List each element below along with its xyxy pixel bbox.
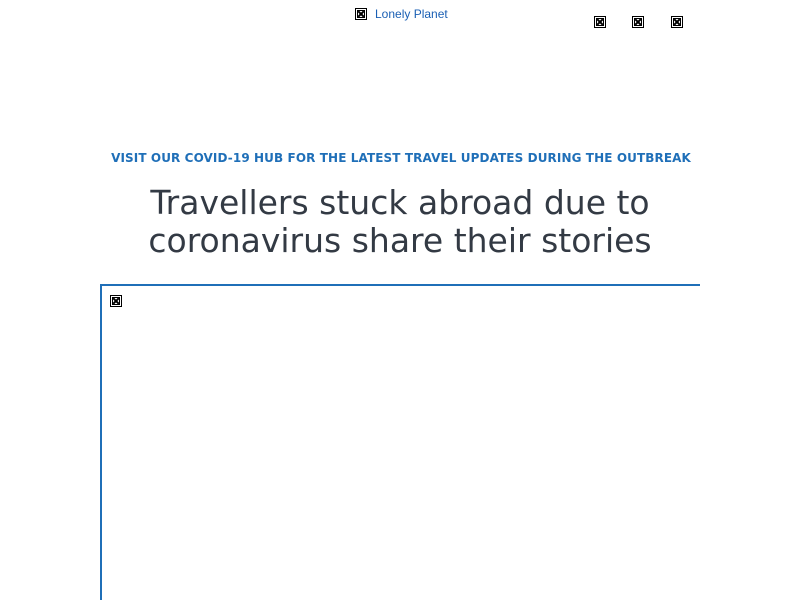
article-title-line-1: Travellers stuck abroad due to	[150, 183, 650, 222]
broken-image-icon	[110, 295, 122, 307]
broken-image-icon	[355, 8, 367, 20]
broken-image-icon[interactable]	[632, 16, 644, 28]
covid-hub-link[interactable]: VISIT OUR COVID-19 HUB FOR THE LATEST TR…	[0, 151, 800, 165]
article-media-frame	[100, 284, 700, 600]
article-title: Travellers stuck abroad due to coronavir…	[100, 184, 700, 260]
broken-image-icon[interactable]	[594, 16, 606, 28]
broken-image-icon[interactable]	[671, 16, 683, 28]
page: Lonely Planet VISIT OUR COVID-19 HUB FOR…	[0, 0, 800, 600]
logo-text: Lonely Planet	[375, 7, 448, 21]
article-title-line-2: coronavirus share their stories	[148, 221, 652, 260]
